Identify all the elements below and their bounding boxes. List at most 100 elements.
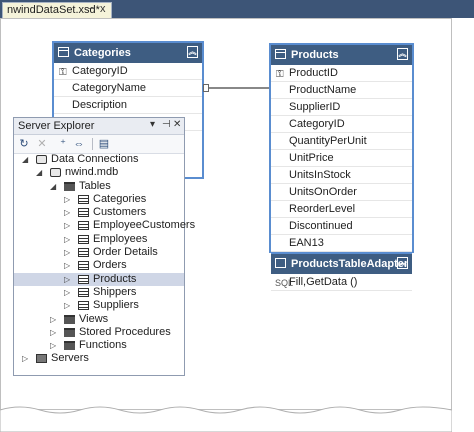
tree-node[interactable]: ▷ Order Details — [14, 246, 184, 259]
collapse-arrow-icon[interactable]: ◢ — [36, 166, 42, 179]
expand-arrow-icon[interactable]: ▷ — [64, 246, 70, 259]
expand-arrow-icon[interactable]: ▷ — [64, 299, 70, 312]
tree-node-label: Employees — [93, 232, 148, 245]
primary-key-icon: ⚿ — [276, 69, 284, 80]
column-row[interactable]: EAN13 — [271, 235, 412, 252]
delete-icon[interactable]: ✕ — [35, 137, 49, 151]
column-row[interactable]: CategoryName — [54, 80, 202, 97]
tree-node-label: Functions — [79, 339, 127, 352]
tree-node-label: Order Details — [93, 246, 158, 259]
tree-node[interactable]: ▷ Orders — [14, 259, 184, 272]
folder-icon — [64, 341, 75, 351]
column-row[interactable]: Description — [54, 97, 202, 114]
tree-node[interactable]: ▷ Servers — [14, 352, 184, 365]
expand-arrow-icon[interactable]: ▷ — [50, 339, 56, 352]
column-row[interactable]: CategoryID — [271, 116, 412, 133]
tree-node[interactable]: ▷ Employees — [14, 233, 184, 246]
tree-node[interactable]: ▷ Suppliers — [14, 299, 184, 312]
tree-node[interactable]: ▷ Functions — [14, 339, 184, 352]
tree-node[interactable]: ▷ Products — [14, 272, 184, 286]
table-icon — [58, 47, 69, 57]
folder-icon — [64, 327, 75, 337]
table-icon — [78, 221, 89, 231]
tree-node-label: Views — [79, 312, 109, 325]
collapse-icon[interactable]: ︽ — [187, 46, 198, 58]
expand-arrow-icon[interactable]: ▷ — [64, 273, 70, 286]
expand-arrow-icon[interactable]: ▷ — [50, 326, 56, 339]
table-adapter-header[interactable]: ProductsTableAdapter ︽ — [271, 252, 412, 274]
column-name: Discontinued — [289, 220, 353, 232]
adapter-method-label: Fill,GetData () — [289, 276, 358, 288]
column-name: CategoryID — [72, 65, 128, 77]
expand-arrow-icon[interactable]: ▷ — [64, 233, 70, 246]
relation-connector[interactable] — [205, 87, 269, 89]
column-name: UnitsInStock — [289, 169, 351, 181]
column-name: UnitPrice — [289, 152, 334, 164]
relation-endpoint — [203, 84, 209, 92]
products-table[interactable]: Products ︽ ⚿ ProductID ProductName Supplier… — [269, 43, 414, 291]
tree-node-label: Orders — [93, 259, 127, 272]
collapse-icon[interactable]: ︽ — [397, 48, 408, 60]
tree-node-label: Suppliers — [93, 299, 139, 312]
products-table-header[interactable]: Products ︽ — [271, 45, 412, 65]
expand-arrow-icon[interactable]: ▷ — [50, 313, 56, 326]
column-row[interactable]: UnitsInStock — [271, 167, 412, 184]
tree-node-label: Shippers — [93, 285, 137, 298]
close-tab-button[interactable]: x — [100, 3, 106, 15]
collapse-arrow-icon[interactable]: ◢ — [22, 153, 28, 166]
column-row[interactable]: ⚿ ProductID — [271, 65, 412, 82]
table-icon — [78, 194, 89, 204]
document-tab[interactable]: nwindDataSet.xsd* ⊣ x — [2, 2, 112, 18]
column-row[interactable]: QuantityPerUnit — [271, 133, 412, 150]
expand-arrow-icon[interactable]: ▷ — [64, 219, 70, 232]
adapter-method-row[interactable]: SQL Fill,GetData () — [271, 274, 412, 291]
expand-arrow-icon[interactable]: ▷ — [64, 193, 70, 206]
tree-node[interactable]: ◢ nwind.mdb — [14, 166, 184, 179]
server-explorer-panel[interactable]: Server Explorer ▾ ⊣ ✕ ↻ ✕ ⁺ ⇔ ▤ ◢ Data Co… — [13, 117, 195, 376]
collapse-arrow-icon[interactable]: ◢ — [50, 180, 56, 193]
expand-arrow-icon[interactable]: ▷ — [64, 206, 70, 219]
tree-node[interactable]: ▷ Shippers — [14, 286, 184, 299]
tree-node[interactable]: ◢ Tables — [14, 180, 184, 193]
pin-icon[interactable]: ⊣ — [162, 119, 171, 130]
table-icon — [78, 234, 89, 244]
database-icon — [50, 168, 61, 178]
connect-to-server-icon[interactable]: ⇔ — [72, 137, 86, 151]
table-icon — [78, 261, 89, 271]
column-name: QuantityPerUnit — [289, 135, 367, 147]
close-icon[interactable]: ✕ — [173, 119, 181, 130]
categories-table-title: Categories — [74, 47, 131, 59]
column-row[interactable]: SupplierID — [271, 99, 412, 116]
table-icon — [275, 49, 286, 59]
tree-node[interactable]: ▷ Stored Procedures — [14, 326, 184, 339]
refresh-icon[interactable]: ↻ — [17, 137, 31, 151]
tree-node[interactable]: ▷ EmployeeCustomers — [14, 219, 195, 232]
pin-icon[interactable]: ⊣ — [87, 4, 96, 15]
column-row[interactable]: UnitsOnOrder — [271, 184, 412, 201]
table-icon — [78, 248, 89, 258]
categories-table-header[interactable]: Categories ︽ — [54, 43, 202, 63]
collapse-icon[interactable]: ︽ — [397, 257, 408, 269]
tree-node[interactable]: ◢ Data Connections — [14, 153, 184, 166]
connect-to-database-icon[interactable]: ⁺ — [56, 137, 70, 151]
tree-node[interactable]: ▷ Customers — [14, 206, 184, 219]
column-name: CategoryID — [289, 118, 345, 130]
column-row[interactable]: ReorderLevel — [271, 201, 412, 218]
tree-node[interactable]: ▷ Views — [14, 313, 184, 326]
column-row[interactable]: ⚿ CategoryID — [54, 63, 202, 80]
expand-arrow-icon[interactable]: ▷ — [64, 286, 70, 299]
database-icon — [36, 155, 47, 164]
tree-node-label: nwind.mdb — [65, 166, 119, 179]
column-name: Description — [72, 99, 128, 111]
expand-arrow-icon[interactable]: ▷ — [22, 352, 28, 365]
properties-icon[interactable]: ▤ — [97, 137, 111, 151]
expand-arrow-icon[interactable]: ▷ — [64, 259, 70, 272]
column-row[interactable]: UnitPrice — [271, 150, 412, 167]
products-table-title: Products — [291, 49, 339, 61]
server-explorer-titlebar[interactable]: Server Explorer ▾ ⊣ ✕ — [14, 118, 184, 135]
table-icon — [78, 274, 89, 284]
dropdown-icon[interactable]: ▾ — [150, 119, 155, 130]
column-row[interactable]: Discontinued — [271, 218, 412, 235]
column-row[interactable]: ProductName — [271, 82, 412, 99]
tree-node[interactable]: ▷ Categories — [14, 193, 184, 206]
